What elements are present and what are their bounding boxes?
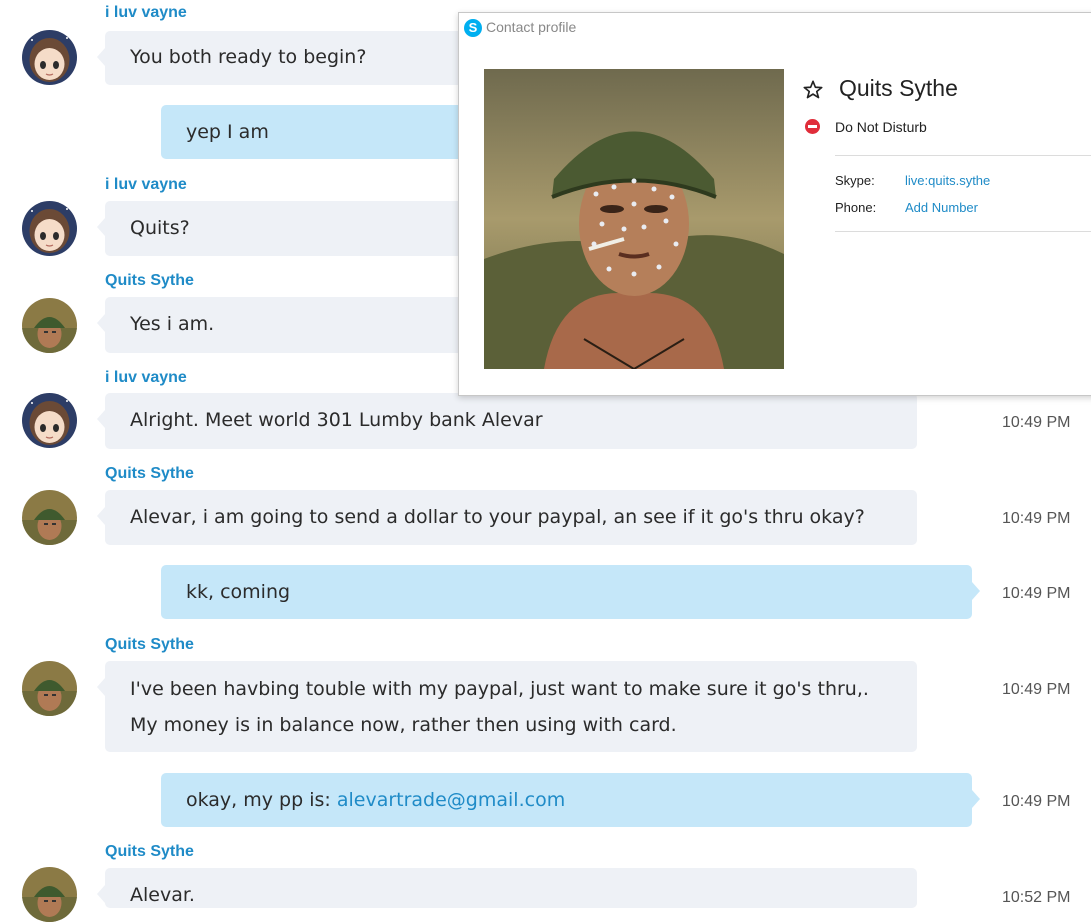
favorite-star-icon[interactable]	[802, 79, 824, 101]
message-text: Alevar.	[130, 884, 195, 906]
message-bubble[interactable]: Alright. Meet world 301 Lumby bank Aleva…	[97, 393, 917, 449]
avatar[interactable]	[22, 490, 77, 545]
message-text: kk, coming	[186, 581, 291, 603]
email-link[interactable]: alevartrade@gmail.com	[337, 789, 565, 811]
sender-name[interactable]: i luv vayne	[105, 369, 187, 387]
sender-name[interactable]: i luv vayne	[105, 4, 187, 22]
avatar[interactable]	[22, 298, 77, 353]
message-timestamp: 10:49 PM	[1002, 414, 1071, 431]
avatar[interactable]	[22, 30, 77, 85]
message-text: okay, my pp is: alevartrade@gmail.com	[161, 773, 972, 812]
sender-name[interactable]: Quits Sythe	[105, 843, 194, 861]
sender-name[interactable]: Quits Sythe	[105, 272, 194, 290]
popup-title: S Contact profile	[464, 19, 577, 38]
sender-name[interactable]: Quits Sythe	[105, 636, 194, 654]
skype-id-label: Skype:	[835, 173, 875, 188]
add-number-link[interactable]: Add Number	[905, 200, 978, 215]
message-bubble[interactable]: kk, coming	[161, 565, 980, 619]
message-bubble[interactable]: Alevar.	[97, 868, 917, 908]
skype-icon: S	[464, 19, 482, 38]
presence-status: Do Not Disturb	[835, 119, 927, 135]
message-bubble[interactable]: Alevar, i am going to send a dollar to y…	[97, 490, 917, 545]
divider	[835, 155, 1091, 156]
message-timestamp: 10:49 PM	[1002, 681, 1071, 698]
skype-id-value[interactable]: live:quits.sythe	[905, 173, 990, 188]
message-bubble[interactable]: okay, my pp is: alevartrade@gmail.com	[161, 773, 980, 827]
sender-name[interactable]: i luv vayne	[105, 176, 187, 194]
message-prefix: okay, my pp is:	[186, 789, 337, 811]
message-bubble[interactable]: I've been havbing touble with my paypal,…	[97, 661, 917, 752]
sender-name[interactable]: Quits Sythe	[105, 465, 194, 483]
message-text: Alevar, i am going to send a dollar to y…	[130, 506, 865, 528]
avatar[interactable]	[22, 661, 77, 716]
message-timestamp: 10:49 PM	[1002, 793, 1071, 810]
message-timestamp: 10:49 PM	[1002, 585, 1071, 602]
avatar[interactable]	[22, 867, 77, 922]
contact-profile-popup: S Contact profile Quits Sythe Do Not Dis…	[458, 12, 1091, 396]
message-text: My money is in balance now, rather then …	[130, 714, 677, 736]
avatar[interactable]	[22, 201, 77, 256]
message-timestamp: 10:49 PM	[1002, 510, 1071, 527]
contact-name: Quits Sythe	[839, 75, 958, 101]
phone-label: Phone:	[835, 200, 877, 215]
message-timestamp: 10:52 PM	[1002, 889, 1071, 906]
message-text: I've been havbing touble with my paypal,…	[130, 678, 869, 700]
message-text: Alright. Meet world 301 Lumby bank Aleva…	[130, 409, 543, 431]
divider	[835, 231, 1091, 232]
do-not-disturb-icon	[805, 119, 820, 134]
avatar[interactable]	[22, 393, 77, 448]
profile-photo	[484, 69, 784, 369]
popup-title-text: Contact profile	[486, 19, 577, 35]
